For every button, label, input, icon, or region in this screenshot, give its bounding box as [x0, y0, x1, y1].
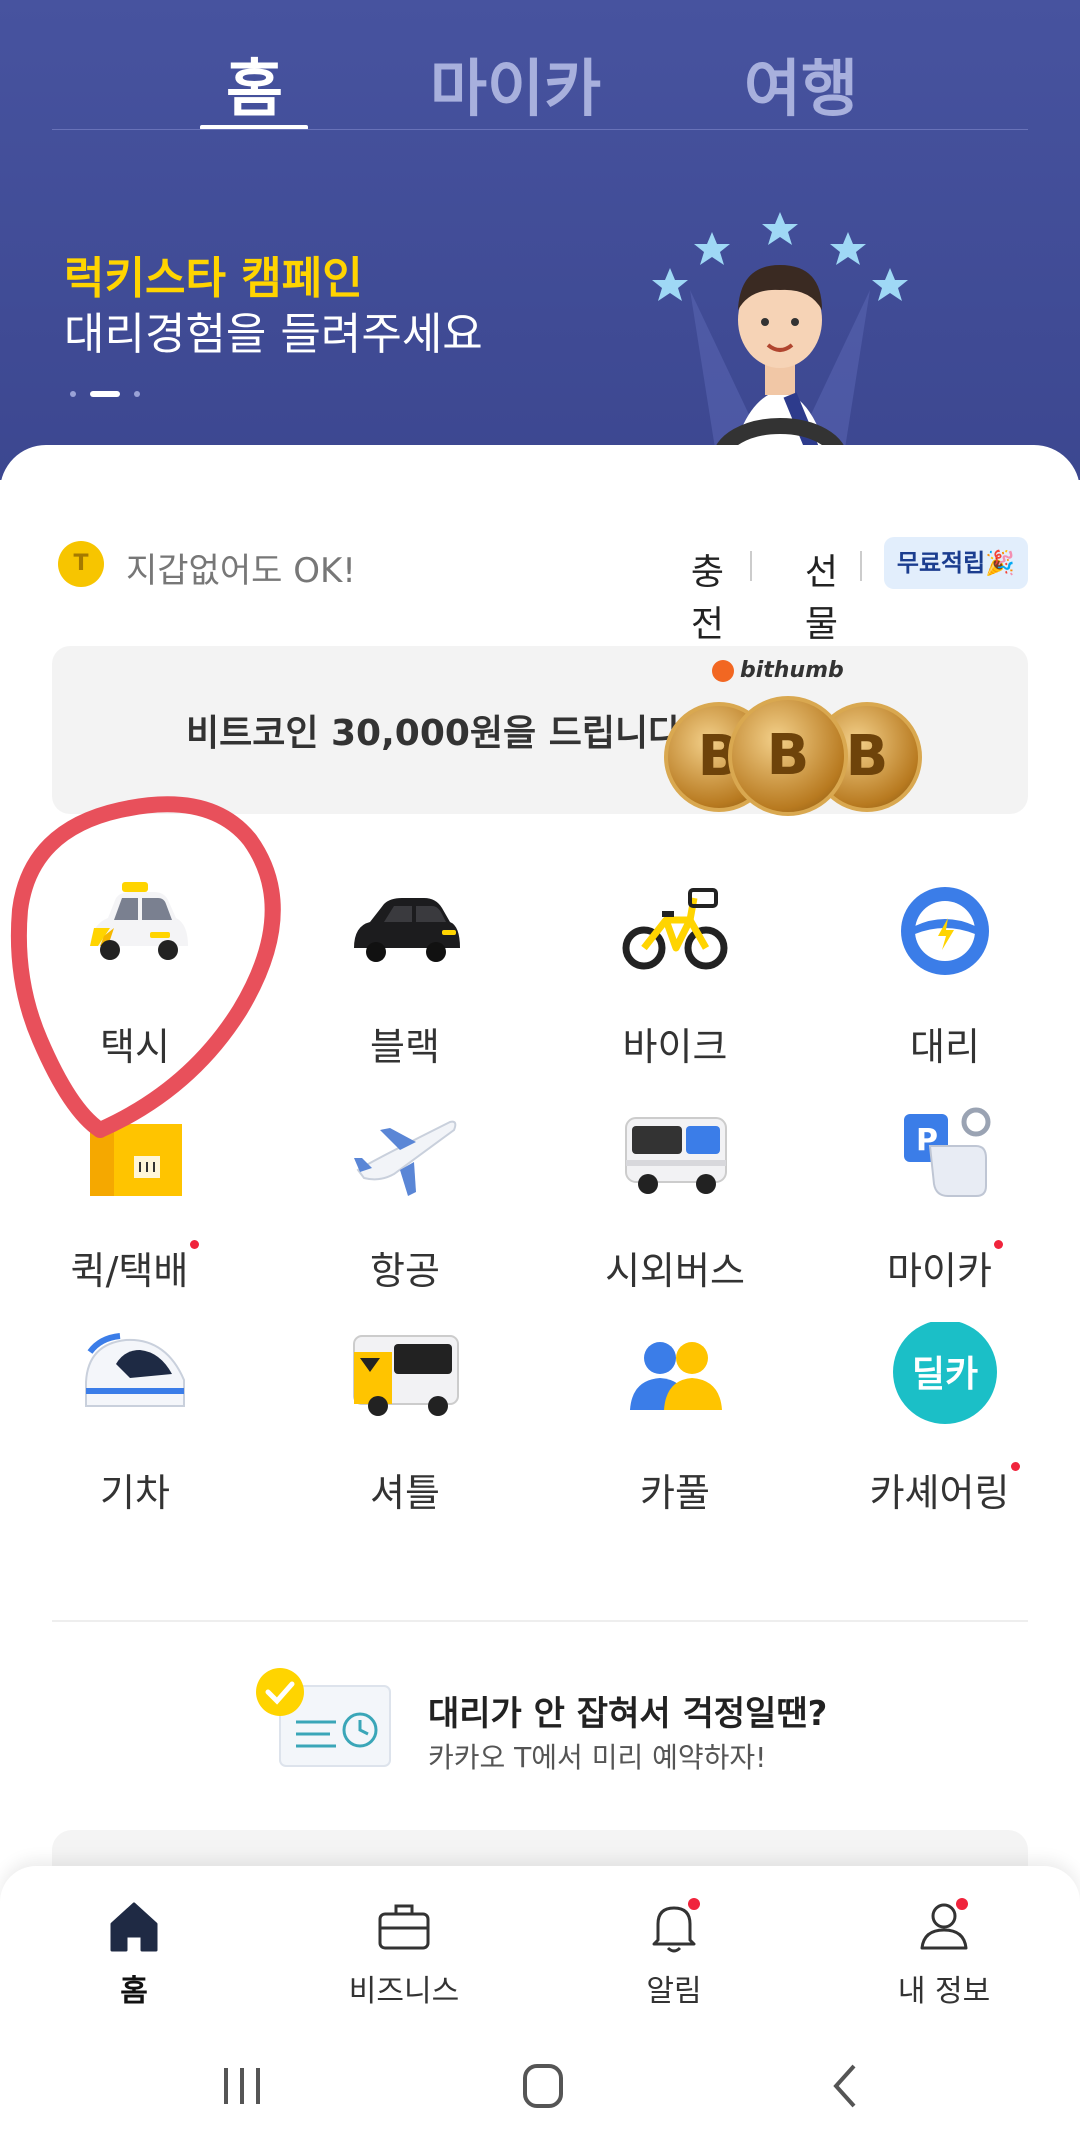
promo-subtitle[interactable]: 카카오 T에서 미리 예약하자! — [428, 1736, 766, 1776]
profile-icon — [920, 1898, 968, 1950]
next-card-peek — [52, 1830, 1028, 1870]
shuttle-icon — [353, 1335, 459, 1416]
annotation-circle — [10, 796, 281, 1138]
service-bike[interactable]: 바이크 — [540, 876, 810, 1076]
service-label: 셔틀 — [370, 1471, 440, 1515]
page-dot — [70, 390, 76, 397]
service-label: 퀵/택배 — [70, 1249, 189, 1293]
wallet-text[interactable]: 지갑없어도 OK! — [126, 543, 356, 592]
banner-title[interactable]: 럭키스타 캠페인 — [64, 242, 363, 306]
new-badge-dot — [190, 1240, 200, 1249]
tab-travel[interactable]: 여행 — [744, 38, 858, 128]
bottom-navigation: 홈 비즈니스 알림 내 정보 — [0, 1866, 1080, 2026]
carpool-icon — [630, 1342, 722, 1410]
new-badge-dot — [993, 1240, 1003, 1249]
wallet-row: T 지갑없어도 OK! 충전 선물 무료적립🎉 — [58, 537, 1028, 645]
gift-link[interactable]: 선물 — [805, 543, 838, 647]
service-designated-driver[interactable]: 대리 — [810, 876, 1080, 1076]
airplane-icon — [354, 1120, 457, 1196]
service-train[interactable]: 기차 — [0, 1322, 270, 1522]
new-badge-dot — [1011, 1462, 1021, 1471]
charge-link[interactable]: 충전 — [691, 543, 724, 647]
system-navigation-bar — [0, 2026, 1080, 2141]
ad-brand-text: bithumb — [740, 658, 844, 683]
nav-notifications[interactable]: 알림 — [574, 1886, 774, 2009]
parking-key-icon: P — [904, 1107, 991, 1197]
section-divider — [52, 1620, 1028, 1622]
service-label: 대리 — [910, 1025, 980, 1069]
nav-label: 알림 — [646, 1974, 702, 2009]
service-label: 기차 — [100, 1471, 170, 1515]
service-black[interactable]: 블랙 — [270, 876, 540, 1076]
ad-banner[interactable]: 비트코인 30,000원을 드립니다 bithumb B B B — [52, 646, 1028, 816]
nav-business[interactable]: 비즈니스 — [304, 1886, 504, 2009]
service-mycar[interactable]: P 마이카 — [810, 1100, 1080, 1300]
banner-subtitle[interactable]: 대리경험을 들려주세요 — [64, 298, 483, 362]
carsharing-icon-text: 딜카 — [912, 1354, 978, 1395]
service-flight[interactable]: 항공 — [270, 1100, 540, 1300]
promo-title[interactable]: 대리가 안 잡혀서 걱정일땐? — [428, 1686, 827, 1735]
bitcoin-icon: B — [728, 696, 848, 816]
service-intercity-bus[interactable]: 시외버스 — [540, 1100, 810, 1300]
train-icon — [85, 1333, 185, 1407]
recent-apps-icon[interactable] — [202, 2056, 282, 2116]
free-earn-button[interactable]: 무료적립🎉 — [884, 537, 1028, 589]
carsharing-icon: 딜카 — [893, 1322, 997, 1424]
divider — [860, 551, 862, 581]
driver-illustration — [652, 212, 908, 480]
nav-label: 비즈니스 — [348, 1974, 460, 2009]
nav-home[interactable]: 홈 — [34, 1886, 234, 2009]
nav-label: 홈 — [120, 1974, 148, 2009]
top-tabs: 홈 마이카 여행 — [0, 0, 1080, 130]
bell-icon — [652, 1898, 700, 1953]
black-car-icon — [354, 898, 460, 962]
service-carsharing[interactable]: 딜카 카셰어링 — [810, 1322, 1080, 1522]
reservation-illustration — [256, 1668, 391, 1767]
header-banner-area: 홈 마이카 여행 럭키스타 캠페인 대리경험을 들려주세요 — [0, 0, 1080, 480]
tab-divider — [52, 129, 1028, 130]
steering-wheel-icon — [901, 887, 989, 975]
banner-pagination — [70, 383, 154, 402]
service-label: 바이크 — [622, 1025, 728, 1069]
nav-label: 내 정보 — [897, 1974, 991, 2009]
bike-icon — [622, 888, 728, 970]
service-label: 마이카 — [887, 1249, 992, 1293]
page-dot-active — [90, 390, 120, 397]
home-icon — [110, 1902, 158, 1952]
bus-icon — [625, 1117, 727, 1194]
ad-text: 비트코인 30,000원을 드립니다 — [186, 713, 682, 754]
home-button-icon[interactable] — [503, 2056, 583, 2116]
t-coin-icon: T — [58, 541, 104, 587]
divider — [750, 551, 752, 581]
service-label: 시외버스 — [605, 1249, 745, 1293]
ad-brand-logo: bithumb — [712, 658, 844, 683]
nav-my-info[interactable]: 내 정보 — [844, 1886, 1044, 2009]
service-label: 항공 — [370, 1249, 440, 1293]
briefcase-icon — [378, 1904, 430, 1950]
service-carpool[interactable]: 카풀 — [540, 1322, 810, 1522]
service-shuttle[interactable]: 셔틀 — [270, 1322, 540, 1522]
page-dot — [134, 390, 140, 397]
service-label: 카풀 — [640, 1471, 710, 1515]
tab-mycar[interactable]: 마이카 — [430, 38, 601, 128]
service-label: 카셰어링 — [869, 1471, 1010, 1515]
back-icon[interactable] — [806, 2056, 886, 2116]
tab-home[interactable]: 홈 — [226, 38, 283, 128]
bithumb-logo-icon — [712, 660, 734, 682]
service-label: 블랙 — [370, 1025, 440, 1069]
